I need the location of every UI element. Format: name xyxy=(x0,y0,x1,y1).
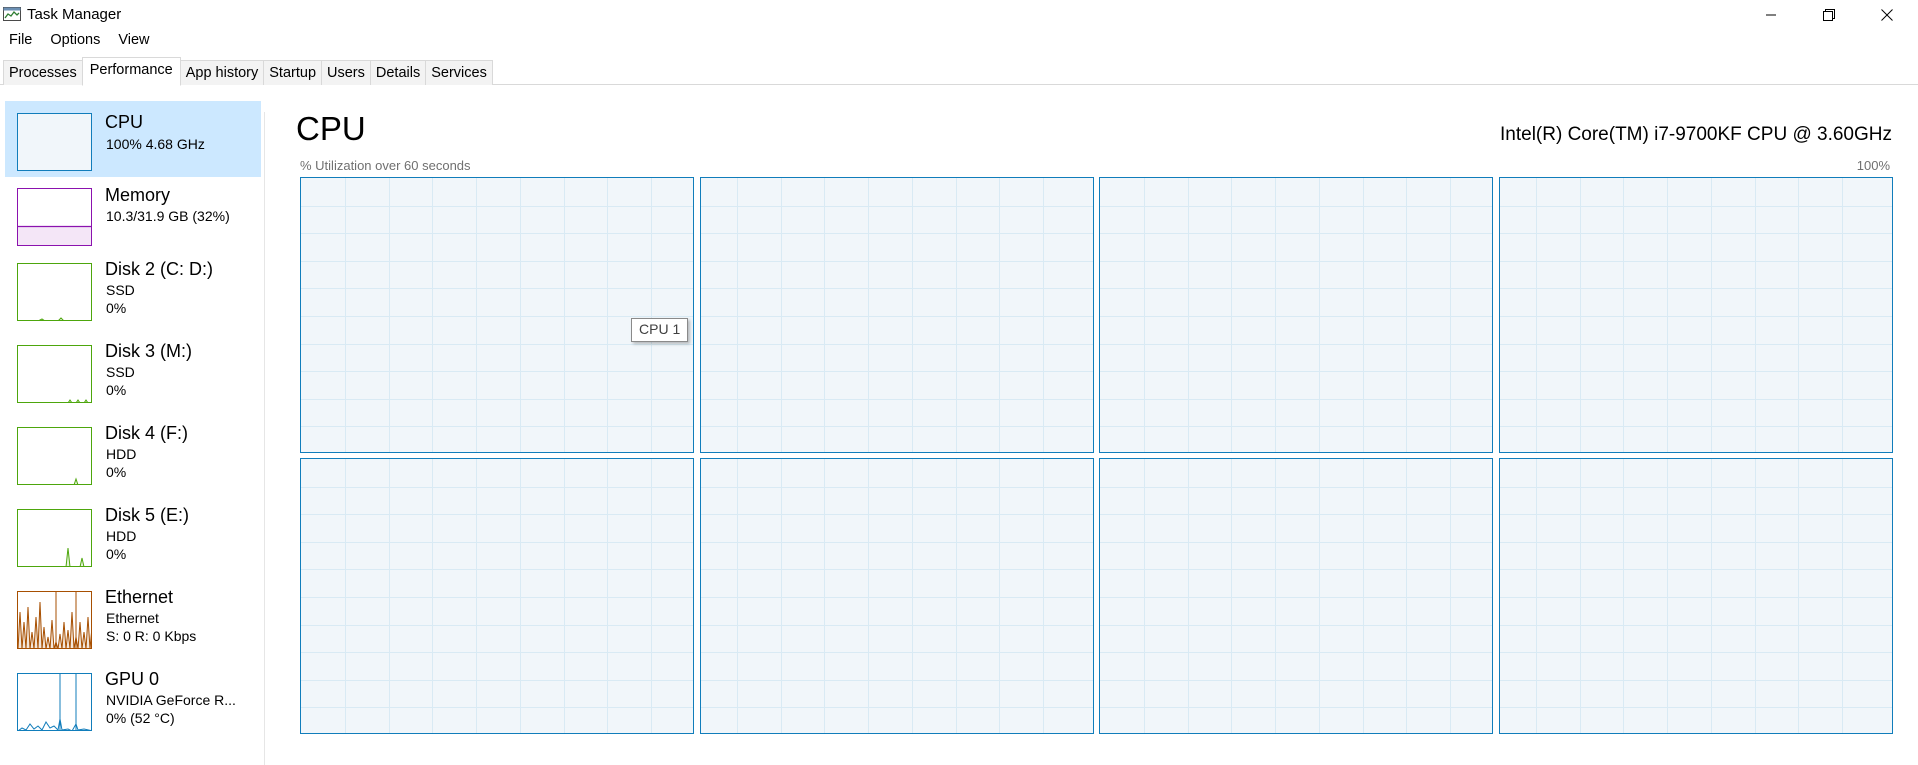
sidebar-item-type: HDD xyxy=(106,446,137,462)
sidebar-item-disk-2[interactable]: Disk 2 (C: D:) SSD 0% xyxy=(5,257,261,333)
minimize-button[interactable] xyxy=(1742,0,1800,30)
disk-5-thumbnail-graph xyxy=(17,509,92,567)
sidebar-item-memory[interactable]: Memory 10.3/31.9 GB (32%) xyxy=(5,176,261,252)
menu-view[interactable]: View xyxy=(109,30,158,52)
processor-name: Intel(R) Core(TM) i7-9700KF CPU @ 3.60GH… xyxy=(1500,124,1892,145)
close-icon xyxy=(1881,9,1893,21)
cpu-core-graph-5[interactable] xyxy=(300,458,694,734)
sidebar-item-name: Memory xyxy=(105,185,171,205)
graph-grid xyxy=(700,178,1093,452)
tab-details[interactable]: Details xyxy=(369,60,427,85)
sidebar-item-name: Disk 4 (F:) xyxy=(105,423,188,443)
window-title: Task Manager xyxy=(27,6,122,23)
minimize-icon xyxy=(1765,9,1777,21)
cpu-core-graph-2[interactable] xyxy=(699,177,1094,453)
utilization-label: % Utilization over 60 seconds xyxy=(300,158,471,173)
restore-button[interactable] xyxy=(1800,0,1858,30)
sidebar-item-ethernet[interactable]: Ethernet Ethernet S: 0 R: 0 Kbps xyxy=(5,585,261,661)
graph-grid xyxy=(1499,459,1892,733)
sidebar-item-type: SSD xyxy=(106,364,135,380)
sidebar-item-detail: S: 0 R: 0 Kbps xyxy=(106,628,197,644)
sidebar-item-disk-3[interactable]: Disk 3 (M:) SSD 0% xyxy=(5,339,261,415)
cpu-core-graph-6[interactable] xyxy=(699,458,1094,734)
disk-3-thumbnail-graph xyxy=(17,345,92,403)
graph-grid xyxy=(301,178,693,452)
tab-bar: Processes Performance App history Startu… xyxy=(0,57,1918,86)
sidebar-item-name: Disk 2 (C: D:) xyxy=(105,259,213,279)
sidebar-item-type: SSD xyxy=(106,282,135,298)
tab-startup[interactable]: Startup xyxy=(263,60,323,85)
sidebar-item-detail: 0% xyxy=(106,546,127,562)
sidebar-item-detail: 100% 4.68 GHz xyxy=(106,136,205,152)
menu-file[interactable]: File xyxy=(0,30,41,52)
cpu-thumbnail-graph xyxy=(17,113,92,171)
sidebar-item-disk-4[interactable]: Disk 4 (F:) HDD 0% xyxy=(5,421,261,497)
disk-2-thumbnail-graph xyxy=(17,263,92,321)
sidebar-item-type: HDD xyxy=(106,528,137,544)
sidebar-item-cpu[interactable]: CPU 100% 4.68 GHz xyxy=(5,101,261,177)
graph-grid xyxy=(1100,178,1492,452)
tab-services[interactable]: Services xyxy=(425,60,493,85)
tab-app-history[interactable]: App history xyxy=(179,60,265,85)
sidebar-item-detail: 10.3/31.9 GB (32%) xyxy=(106,208,230,224)
graph-grid xyxy=(1499,178,1892,452)
restore-icon xyxy=(1823,9,1835,21)
sidebar-item-name: Disk 5 (E:) xyxy=(105,505,190,525)
sidebar-item-name: CPU xyxy=(105,112,144,132)
cpu-core-graphs xyxy=(300,177,1893,734)
core-tooltip: CPU 1 xyxy=(631,318,689,342)
tab-processes[interactable]: Processes xyxy=(3,60,83,85)
sidebar-item-name: Ethernet xyxy=(105,587,174,607)
sidebar-item-name: Disk 3 (M:) xyxy=(105,341,192,361)
graph-grid xyxy=(1100,459,1492,733)
gpu-thumbnail-graph xyxy=(17,673,92,731)
sidebar-item-gpu-model: NVIDIA GeForce R... xyxy=(106,692,236,708)
task-manager-icon xyxy=(3,6,21,22)
utilization-max-label: 100% xyxy=(1856,158,1890,173)
close-button[interactable] xyxy=(1858,0,1916,30)
sidebar-item-detail: 0% xyxy=(106,464,127,480)
cpu-core-graph-1[interactable] xyxy=(300,177,694,453)
sidebar-item-name: GPU 0 xyxy=(105,669,160,689)
tab-users[interactable]: Users xyxy=(321,60,371,85)
disk-4-thumbnail-graph xyxy=(17,427,92,485)
resource-sidebar: CPU 100% 4.68 GHz Memory 10.3/31.9 GB (3… xyxy=(0,98,265,765)
memory-thumbnail-graph xyxy=(17,188,92,246)
tab-performance[interactable]: Performance xyxy=(81,57,181,86)
sidebar-item-gpu-0[interactable]: GPU 0 NVIDIA GeForce R... 0% (52 °C) xyxy=(5,667,261,743)
sidebar-item-detail: 0% xyxy=(106,300,127,316)
sidebar-item-detail: 0% xyxy=(106,382,127,398)
cpu-core-graph-7[interactable] xyxy=(1099,458,1493,734)
cpu-core-graph-4[interactable] xyxy=(1498,177,1893,453)
ethernet-thumbnail-graph xyxy=(17,591,92,649)
graph-grid xyxy=(301,459,693,733)
sidebar-item-disk-5[interactable]: Disk 5 (E:) HDD 0% xyxy=(5,503,261,579)
menu-bar: File Options View xyxy=(0,30,159,52)
cpu-core-graph-8[interactable] xyxy=(1498,458,1893,734)
sidebar-item-adapter: Ethernet xyxy=(106,610,159,626)
menu-options[interactable]: Options xyxy=(41,30,109,52)
graph-grid xyxy=(700,459,1093,733)
page-title: CPU xyxy=(296,110,366,147)
cpu-core-graph-3[interactable] xyxy=(1099,177,1493,453)
sidebar-item-detail: 0% (52 °C) xyxy=(106,710,175,726)
title-bar: Task Manager xyxy=(0,0,1918,30)
